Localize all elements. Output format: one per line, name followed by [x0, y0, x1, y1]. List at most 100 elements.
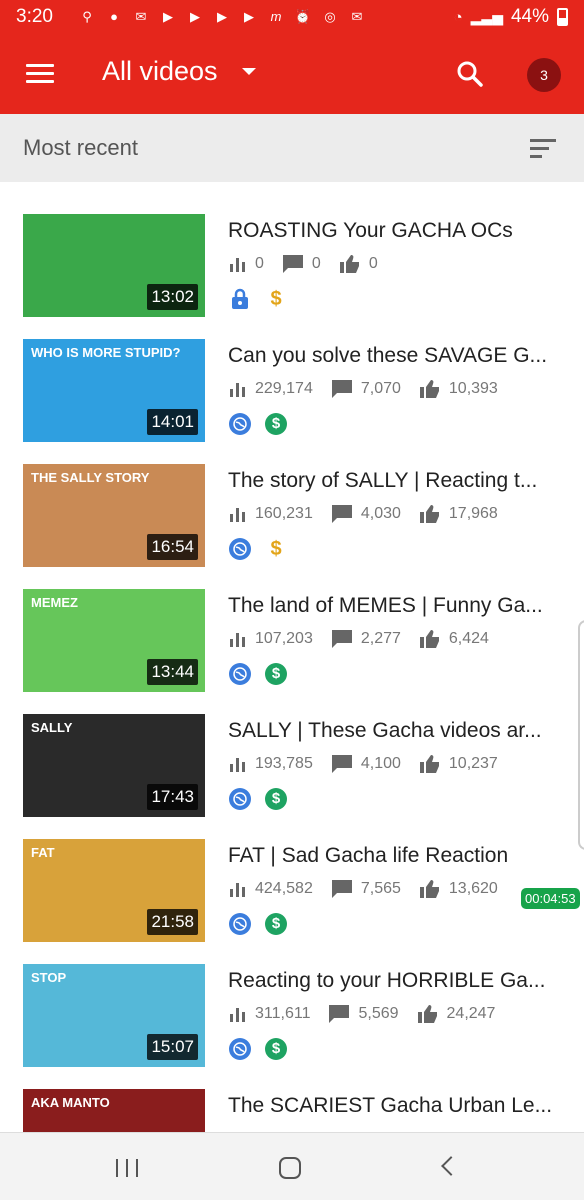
comment-icon — [331, 379, 361, 399]
video-item[interactable]: THE SALLY STORY 16:54 The story of SALLY |… — [0, 464, 584, 589]
signal-icon: ▂▃▅ — [470, 8, 503, 25]
views-count: 193,785 — [255, 755, 313, 772]
video-duration: 13:02 — [147, 284, 198, 310]
video-item[interactable]: STOP 15:07 Reacting to your HORRIBLE Ga...… — [0, 964, 584, 1089]
video-thumbnail[interactable]: 13:02 — [23, 214, 205, 317]
video-item[interactable]: AKA MANTO The SCARIEST Gacha Urban Le... — [0, 1089, 584, 1132]
video-stats: 229,174 7,070 10,393 — [229, 379, 516, 399]
bar-chart-icon — [229, 880, 255, 898]
comments-stat: 4,030 — [331, 504, 401, 524]
views-count: 311,611 — [255, 1005, 311, 1022]
dollar-icon: $ — [270, 538, 282, 560]
video-filter-dropdown[interactable]: All videos — [102, 56, 256, 87]
video-item[interactable]: FAT 21:58 FAT | Sad Gacha life Reaction 424… — [0, 839, 584, 964]
video-item[interactable]: SALLY 17:43 SALLY | These Gacha videos ar.… — [0, 714, 584, 839]
comment-icon — [331, 754, 361, 774]
video-list: 13:02 ROASTING Your GACHA OCs 0 0 0 $ WHO IS M… — [0, 214, 584, 1132]
views-count: 424,582 — [255, 880, 313, 897]
bar-chart-icon — [229, 755, 255, 773]
dollar-icon: $ — [270, 288, 282, 310]
comments-stat: 0 — [282, 254, 321, 274]
recent-apps-button[interactable] — [116, 1159, 138, 1177]
money-icon: $ — [265, 1038, 287, 1060]
comments-count: 7,565 — [360, 880, 401, 897]
video-item[interactable]: WHO IS MORE STUPID? 14:01 Can you solve th… — [0, 339, 584, 464]
comment-icon — [328, 1004, 358, 1024]
video-item[interactable]: 13:02 ROASTING Your GACHA OCs 0 0 0 $ — [0, 214, 584, 339]
thumbnail-caption: STOP — [31, 970, 67, 985]
thumbnail-caption: FAT — [31, 845, 55, 860]
video-title: The land of MEMES | Funny Ga... — [228, 594, 543, 617]
youtube-icon: ▶ — [163, 9, 173, 24]
video-item[interactable]: MEMEZ 13:44 The land of MEMES | Funny Ga..… — [0, 589, 584, 714]
comments-count: 4,030 — [360, 505, 401, 522]
bar-chart-icon — [229, 630, 255, 648]
video-badges: $ — [229, 288, 287, 310]
search-icon[interactable] — [456, 60, 484, 88]
thumbs-up-icon — [419, 754, 449, 774]
app-bar: All videos 3 — [0, 34, 584, 114]
youtube-icon: ▶ — [217, 9, 227, 24]
home-button[interactable] — [279, 1157, 301, 1179]
comment-icon — [331, 504, 361, 524]
video-thumbnail[interactable]: STOP 15:07 — [23, 964, 205, 1067]
views-stat: 107,203 — [229, 630, 313, 648]
thumbs-up-icon — [419, 879, 449, 899]
gmail-icon: ✉ — [351, 9, 363, 24]
likes-stat: 13,620 — [419, 879, 498, 899]
money-icon: $ — [265, 413, 287, 435]
menu-icon[interactable] — [26, 64, 54, 84]
video-stats: 193,785 4,100 10,237 — [229, 754, 516, 774]
comments-stat: 2,277 — [331, 629, 401, 649]
video-title: SALLY | These Gacha videos ar... — [228, 719, 542, 742]
video-duration: 13:44 — [147, 659, 198, 685]
back-button[interactable] — [441, 1156, 461, 1176]
views-stat: 424,582 — [229, 880, 313, 898]
bar-chart-icon — [229, 255, 255, 273]
video-title: Reacting to your HORRIBLE Ga... — [228, 969, 546, 992]
sort-label: Most recent — [23, 135, 138, 160]
video-thumbnail[interactable]: THE SALLY STORY 16:54 — [23, 464, 205, 567]
globe-icon — [229, 913, 251, 935]
money-icon: $ — [265, 788, 287, 810]
likes-count: 6,424 — [448, 630, 489, 647]
globe-icon — [229, 663, 251, 685]
views-stat: 229,174 — [229, 380, 313, 398]
battery-icon — [557, 8, 568, 26]
video-thumbnail[interactable]: WHO IS MORE STUPID? 14:01 — [23, 339, 205, 442]
video-thumbnail[interactable]: MEMEZ 13:44 — [23, 589, 205, 692]
video-stats: 160,231 4,030 17,968 — [229, 504, 516, 524]
likes-stat: 10,393 — [419, 379, 498, 399]
comments-stat: 7,565 — [331, 879, 401, 899]
likes-stat: 10,237 — [419, 754, 498, 774]
video-duration: 17:43 — [147, 784, 198, 810]
comment-icon — [331, 879, 361, 899]
sort-bar: Most recent — [0, 114, 584, 182]
comments-count: 7,070 — [360, 380, 401, 397]
likes-count: 10,393 — [448, 380, 498, 397]
youtube-icon: ▶ — [244, 9, 254, 24]
video-thumbnail[interactable]: AKA MANTO — [23, 1089, 205, 1132]
likes-count: 13,620 — [448, 880, 498, 897]
system-nav-bar — [0, 1132, 584, 1200]
globe-icon — [229, 1038, 251, 1060]
likes-stat: 17,968 — [419, 504, 498, 524]
video-title: FAT | Sad Gacha life Reaction — [228, 844, 509, 867]
video-duration: 14:01 — [147, 409, 198, 435]
thumbnail-caption: AKA MANTO — [31, 1095, 110, 1110]
video-thumbnail[interactable]: FAT 21:58 — [23, 839, 205, 942]
notification-badge[interactable]: 3 — [527, 58, 561, 92]
sort-icon[interactable] — [530, 139, 556, 159]
money-icon: $ — [265, 663, 287, 685]
video-thumbnail[interactable]: SALLY 17:43 — [23, 714, 205, 817]
video-badges: $ — [229, 538, 287, 560]
bar-chart-icon — [229, 380, 255, 398]
gmail-icon: ✉ — [135, 9, 147, 24]
video-stats: 311,611 5,569 24,247 — [229, 1004, 513, 1024]
thumbs-up-icon — [417, 1004, 447, 1024]
edge-panel-handle[interactable] — [578, 620, 584, 850]
thumbnail-caption: SALLY — [31, 720, 73, 735]
video-badges: $ — [229, 663, 287, 685]
views-count: 107,203 — [255, 630, 313, 647]
video-duration: 16:54 — [147, 534, 198, 560]
